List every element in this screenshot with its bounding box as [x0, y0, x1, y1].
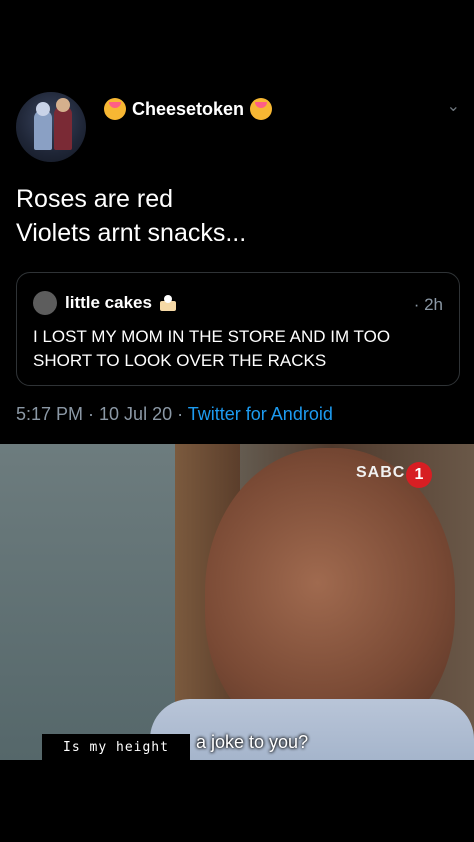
- meme-caption-boxed: Is my height: [42, 734, 190, 760]
- quoted-tweet-text: I LOST MY MOM IN THE STORE AND IM TOO SH…: [33, 327, 391, 370]
- tweet-body: Roses are red Violets arnt snacks...: [16, 182, 246, 250]
- quoted-author-avatar[interactable]: [33, 291, 57, 315]
- bottom-black-area: [0, 760, 474, 842]
- partying-face-icon: [250, 98, 273, 120]
- tweet-timestamp: 5:17 PM · 10 Jul 20 ·: [16, 404, 184, 424]
- author-name-row[interactable]: Cheesetoken: [104, 98, 273, 120]
- tweet-text-line: Violets arnt snacks...: [16, 219, 247, 247]
- meme-caption-plain: a joke to you?: [196, 732, 309, 752]
- avatar-figure-left: [34, 110, 52, 150]
- quoted-author-row: little cakes: [65, 293, 178, 313]
- author-name[interactable]: Cheesetoken: [132, 99, 244, 120]
- avatar-head-right: [56, 98, 70, 112]
- avatar-head-left: [36, 102, 50, 116]
- quoted-tweet[interactable]: little cakes · 2h I LOST MY MOM IN THE S…: [16, 272, 460, 386]
- meme-image[interactable]: SABC 1 Is my height a joke to you?: [0, 444, 474, 760]
- channel-logo: SABC: [356, 464, 406, 481]
- partying-face-icon: [104, 98, 126, 120]
- quoted-author-name: little cakes: [65, 293, 152, 312]
- chevron-down-icon[interactable]: ⌄: [447, 96, 460, 116]
- avatar-figure-right: [54, 106, 72, 150]
- channel-number-badge: 1: [406, 462, 432, 488]
- cake-icon: [158, 295, 178, 311]
- quoted-tweet-time: · 2h: [413, 295, 443, 314]
- tweet-text-line: Roses are red: [16, 185, 174, 213]
- tweet-meta: 5:17 PM · 10 Jul 20 · Twitter for Androi…: [16, 404, 333, 425]
- tweet-source-link[interactable]: Twitter for Android: [188, 404, 333, 424]
- tweet-card: Cheesetoken ⌄ Roses are red Violets arnt…: [0, 0, 474, 440]
- author-avatar[interactable]: [16, 92, 86, 162]
